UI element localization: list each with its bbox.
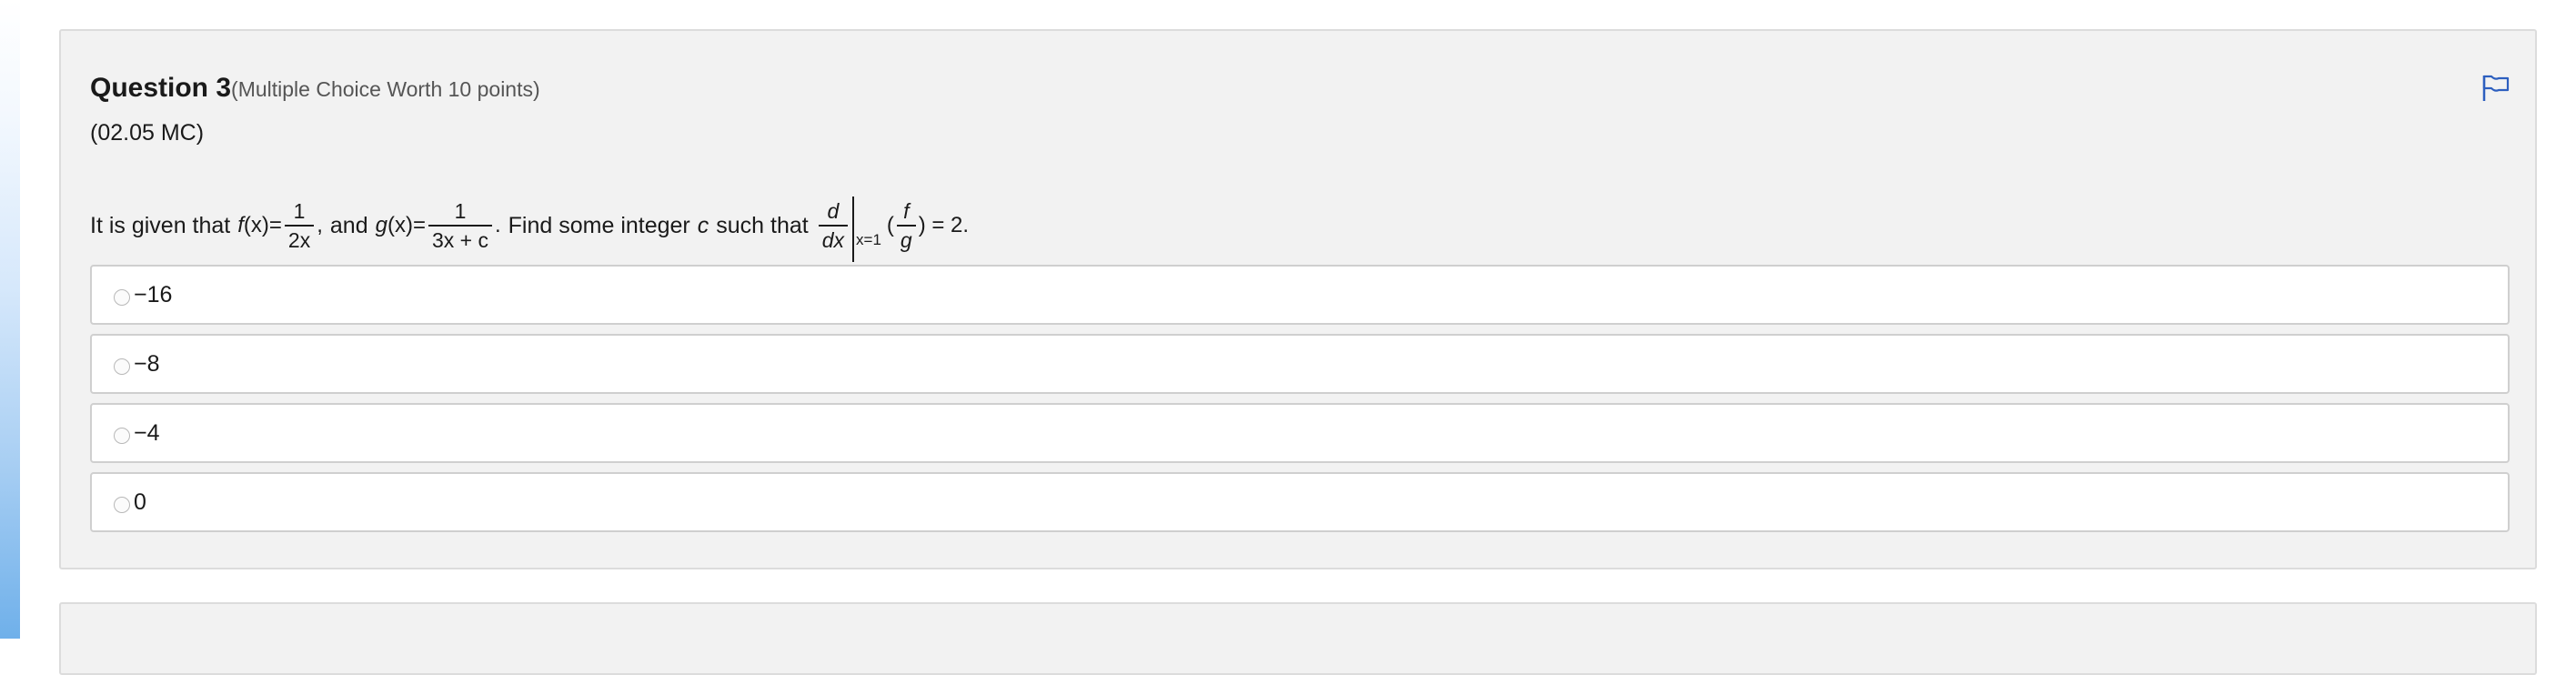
g-fraction: 1 3x + c — [428, 199, 492, 253]
f-denominator: 2x — [284, 225, 315, 252]
question-header: Question 3(Multiple Choice Worth 10 poin… — [90, 73, 540, 104]
c-variable: c — [697, 212, 709, 238]
g-denominator: 3x + c — [428, 225, 492, 252]
evaluation-point: x=1 — [856, 231, 881, 248]
question-card: Question 3(Multiple Choice Worth 10 poin… — [59, 29, 2537, 569]
d-dx-fraction: d dx — [818, 198, 849, 253]
stem-and: and — [329, 212, 368, 238]
radio-button[interactable] — [114, 358, 130, 375]
answer-choice-1[interactable]: −16 — [90, 265, 2510, 325]
f-comma: , — [317, 213, 323, 237]
answer-choice-4[interactable]: 0 — [90, 472, 2510, 532]
radio-button[interactable] — [114, 497, 130, 513]
evaluation-bar — [852, 196, 855, 262]
f-name: f — [237, 213, 244, 237]
choice-label: −8 — [134, 350, 160, 377]
page-background-gradient — [0, 0, 20, 639]
f-arg: (x) — [243, 213, 269, 237]
d-denominator: dx — [818, 225, 849, 252]
close-equals: ) = 2. — [918, 213, 970, 237]
radio-button[interactable] — [114, 289, 130, 306]
radio-button[interactable] — [114, 428, 130, 444]
stem-such-that: such that — [716, 212, 809, 238]
fg-numerator: f — [903, 198, 910, 223]
g-period: . — [494, 213, 501, 237]
g-numerator: 1 — [454, 198, 467, 223]
fg-denominator: g — [896, 225, 916, 252]
f-numerator: 1 — [293, 198, 306, 223]
f-definition: f (x) = 1 2x , — [237, 199, 323, 253]
choice-label: −16 — [134, 281, 173, 307]
open-paren: ( — [886, 213, 894, 237]
g-definition: g (x) = 1 3x + c . — [376, 199, 501, 253]
g-name: g — [375, 213, 387, 237]
question-code: (02.05 MC) — [90, 120, 205, 146]
choice-label: 0 — [134, 489, 146, 515]
stem-find: Find some integer — [508, 212, 690, 238]
g-arg: (x) — [387, 213, 413, 237]
f-equals: = — [268, 213, 282, 237]
flag-question-button[interactable] — [2480, 73, 2511, 104]
answer-choice-3[interactable]: −4 — [90, 403, 2510, 463]
g-equals: = — [412, 213, 426, 237]
d-numerator: d — [827, 198, 840, 223]
question-worth: (Multiple Choice Worth 10 points) — [231, 77, 540, 101]
f-fraction: 1 2x — [284, 198, 315, 253]
question-stem: It is given that f (x) = 1 2x , and g (x) = … — [90, 180, 969, 271]
choice-label: −4 — [134, 419, 160, 446]
answer-choice-2[interactable]: −8 — [90, 334, 2510, 394]
question-title: Question 3 — [90, 73, 232, 103]
stem-intro: It is given that — [90, 212, 231, 238]
flag-icon — [2482, 75, 2510, 101]
derivative-expression: d dx x=1 ( f g ) = 2. — [816, 193, 970, 262]
f-over-g-fraction: f g — [896, 198, 916, 253]
next-question-card — [59, 602, 2537, 675]
